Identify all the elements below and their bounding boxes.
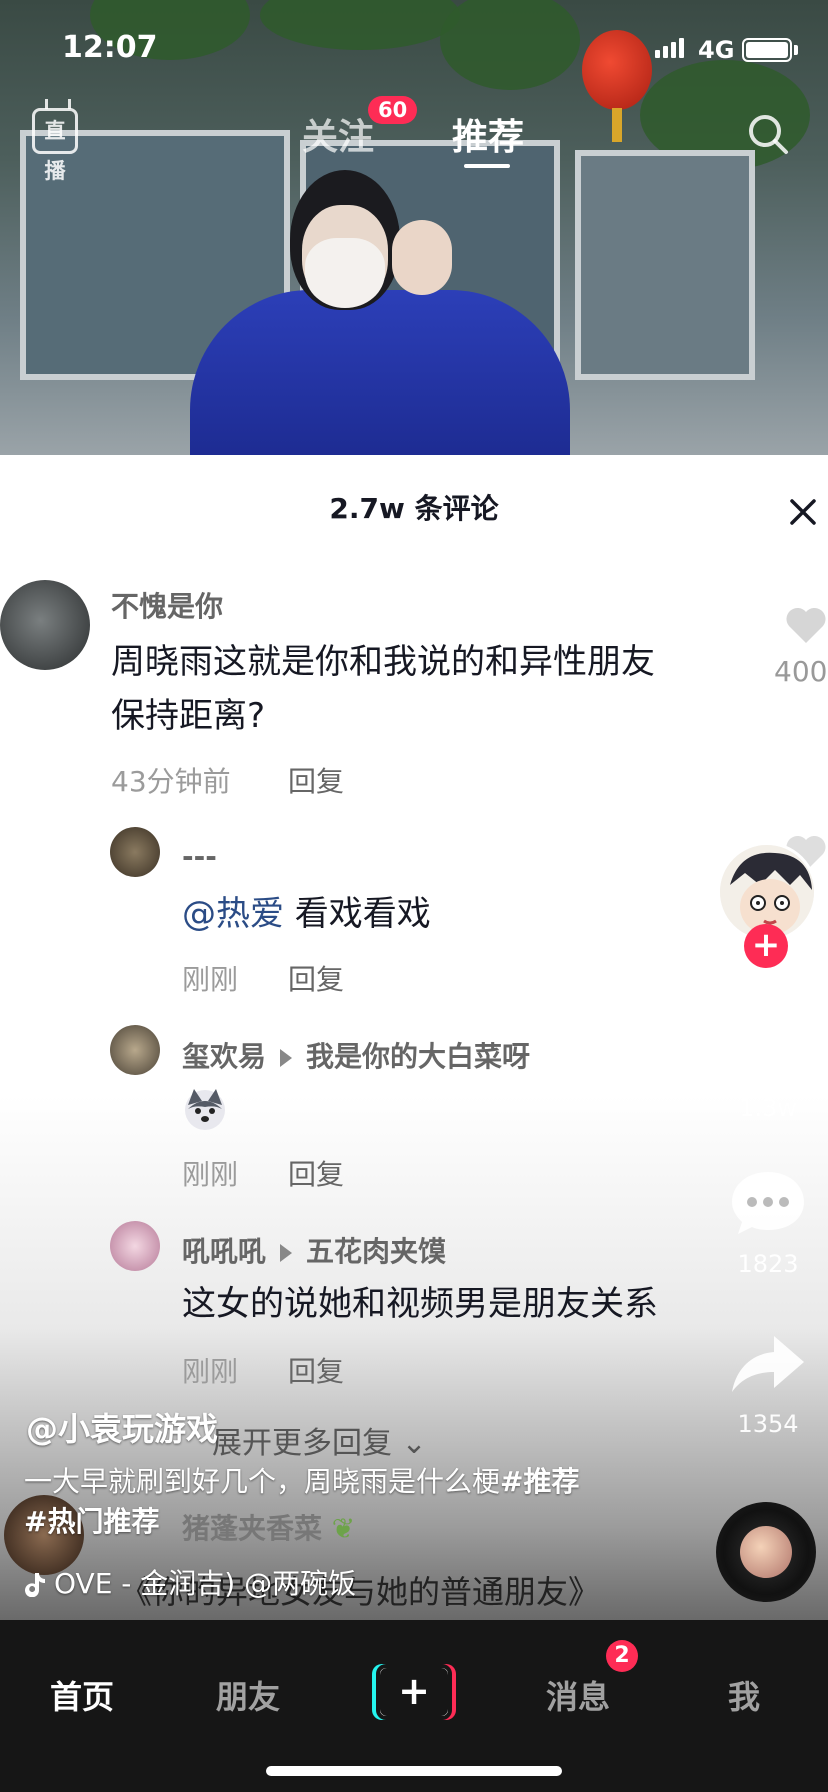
share-count: 1354 (737, 1410, 799, 1438)
avatar[interactable] (110, 827, 160, 877)
husky-sticker-icon (185, 1089, 225, 1130)
reply-username: 玺欢易 我是你的大白菜呀 (182, 1035, 530, 1075)
reply-username[interactable]: --- (182, 840, 217, 873)
tab-recommend[interactable]: 推荐 (452, 108, 524, 160)
comment-count-title: 2.7w 条评论 (329, 492, 499, 525)
reply-button[interactable]: 回复 (288, 760, 344, 800)
tab-following[interactable]: 关注 (302, 108, 374, 160)
like-count: 1.3w (739, 1094, 797, 1122)
reply-button[interactable]: 回复 (288, 1153, 344, 1193)
reply-button[interactable]: 回复 (288, 1350, 344, 1390)
following-count-badge: 60 (368, 96, 418, 124)
heart-icon[interactable] (728, 1008, 808, 1078)
reply-text-body: 看戏看戏 (284, 894, 431, 934)
person-blue-jacket (190, 290, 570, 455)
plus-icon: + (398, 1669, 430, 1713)
active-tab-indicator (464, 164, 510, 168)
avatar[interactable] (0, 580, 90, 670)
network-type: 4G (698, 36, 735, 64)
status-bar: 12:07 4G (0, 0, 828, 96)
tab-home[interactable]: 首页 (50, 1672, 114, 1718)
live-tv-icon[interactable]: 直播 (32, 108, 78, 183)
reply-username-text[interactable]: 吼吼吼 (182, 1235, 266, 1268)
music-title: OVE - 金润吉) @两碗饭 (54, 1567, 357, 1600)
author-handle[interactable]: @小袁玩游戏 (26, 1404, 218, 1450)
reply-text: 这女的说她和视频男是朋友关系 (182, 1284, 658, 1324)
description-text: 一大早就刷到好几个，周晓雨是什么梗 (24, 1465, 501, 1498)
mention-link[interactable]: @热爱 (182, 894, 284, 934)
create-button[interactable]: + (372, 1664, 456, 1720)
tiktok-note-icon (25, 1573, 45, 1597)
comment-timestamp: 43分钟前 (111, 765, 231, 798)
tab-friends[interactable]: 朋友 (216, 1672, 280, 1718)
lantern-tassel (612, 108, 622, 142)
comment-text: 周晓雨这就是你和我说的和异性朋友 (111, 642, 655, 682)
bottom-tab-bar: 首页 朋友 + 消息 2 我 (0, 1620, 828, 1792)
reply-timestamp: 刚刚 (182, 1355, 239, 1388)
reply-timestamp: 刚刚 (182, 1158, 239, 1191)
reply-target-user[interactable]: 我是你的大白菜呀 (306, 1040, 530, 1073)
search-icon[interactable] (746, 112, 790, 156)
messages-badge: 2 (606, 1640, 638, 1672)
reply-username-text[interactable]: 玺欢易 (182, 1040, 266, 1073)
reply-button[interactable]: 回复 (288, 958, 344, 998)
reply-text: @热爱 看戏看戏 (182, 887, 431, 941)
person-face-mask (305, 238, 385, 308)
comment-count: 1823 (737, 1250, 799, 1278)
reply-target-user[interactable]: 五花肉夹馍 (306, 1235, 446, 1268)
video-description: 一大早就刷到好几个，周晓雨是什么梗#推荐 #热门推荐 (24, 1462, 674, 1542)
reply-arrow-icon (280, 1049, 293, 1067)
comment-like-count: 400 (774, 655, 828, 688)
battery-icon (742, 38, 792, 62)
close-icon[interactable] (786, 495, 820, 529)
hashtag-link[interactable]: #热门推荐 (24, 1505, 159, 1538)
reply-arrow-icon (280, 1244, 293, 1262)
share-arrow-icon[interactable] (728, 1330, 808, 1400)
follow-plus-button[interactable]: + (744, 924, 788, 968)
comment-username[interactable]: 不愧是你 (111, 585, 223, 625)
expand-label: 展开更多回复 (212, 1426, 392, 1461)
cellular-signal-icon (655, 38, 684, 58)
heart-icon[interactable] (784, 605, 828, 645)
avatar[interactable] (110, 1025, 160, 1075)
music-cover-avatar (740, 1526, 792, 1578)
window-pane (575, 150, 755, 380)
avatar[interactable] (110, 1221, 160, 1271)
comment-text: 保持距离? (111, 696, 266, 736)
peace-sign-hand (392, 220, 452, 295)
tab-messages[interactable]: 消息 (546, 1672, 610, 1718)
chevron-down-icon: ⌄ (401, 1426, 427, 1461)
comment-bubble-icon[interactable] (728, 1168, 808, 1238)
music-info[interactable]: OVE - 金润吉) @两碗饭 (24, 1562, 356, 1602)
reply-username: 吼吼吼 五花肉夹馍 (182, 1230, 446, 1270)
home-indicator[interactable] (266, 1766, 562, 1776)
battery-tip (794, 45, 798, 55)
status-time: 12:07 (62, 30, 158, 65)
reply-timestamp: 刚刚 (182, 963, 239, 996)
tab-me[interactable]: 我 (728, 1672, 760, 1718)
expand-more-replies[interactable]: 展开更多回复 ⌄ (212, 1418, 427, 1462)
hashtag-link[interactable]: #推荐 (500, 1465, 579, 1498)
